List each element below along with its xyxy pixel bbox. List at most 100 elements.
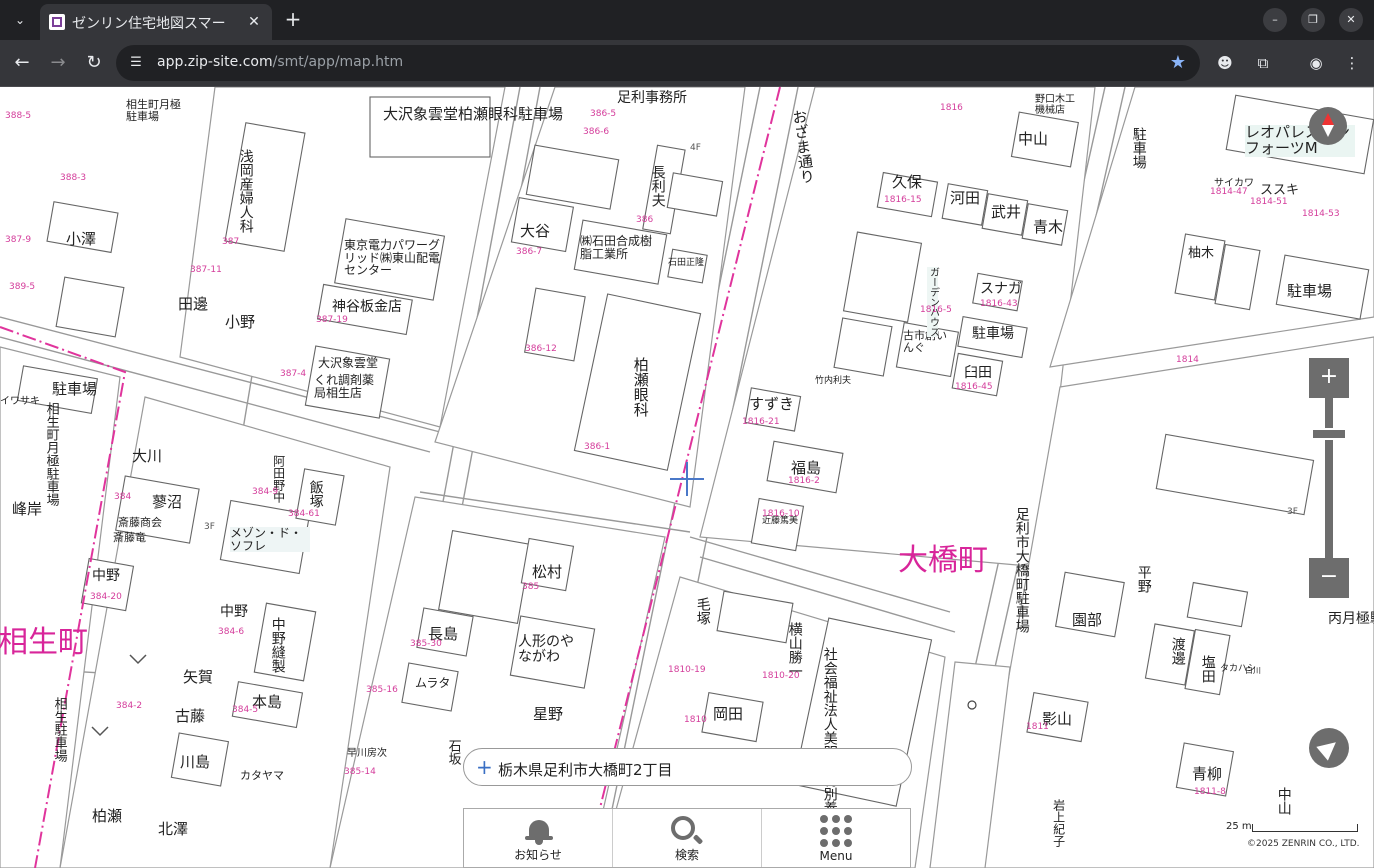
lot-number: 387-9	[5, 235, 32, 245]
bottom-menu: お知らせ 検索 Menu	[463, 808, 911, 868]
restore-window-icon[interactable]: ❐	[1301, 8, 1325, 32]
tab-close-icon[interactable]: ✕	[244, 12, 264, 32]
lot-number: 385-30	[410, 639, 442, 649]
notice-button[interactable]: お知らせ	[464, 809, 613, 867]
extension-spy-icon[interactable]: ☻	[1213, 51, 1237, 75]
building-label: 人形のやながわ	[518, 634, 574, 665]
building-label: 大谷	[520, 222, 551, 240]
lot-number: 385-14	[344, 767, 376, 777]
minimize-window-icon[interactable]: –	[1263, 8, 1287, 32]
lot-number: 1811-8	[1194, 787, 1226, 797]
building-label: ムラタ	[415, 676, 451, 690]
building-label: 毛塚	[694, 597, 711, 625]
lot-number: 387-11	[190, 265, 222, 275]
building-label: イワサキ	[0, 396, 40, 407]
lot-number: 384	[114, 492, 132, 502]
building-label: 小野	[225, 313, 256, 331]
lot-number: 386-6	[583, 127, 610, 137]
town-label-ohashi: 大橋町	[898, 543, 988, 578]
lot-number: 388-5	[5, 111, 32, 121]
tab-search-chevron-icon[interactable]: ⌄	[8, 8, 32, 32]
new-tab-button[interactable]: +	[281, 8, 305, 32]
lot-number: 384-6	[218, 627, 245, 637]
building-label: 丙月極駐	[1328, 611, 1374, 627]
grid-menu-icon	[820, 815, 852, 847]
bookmark-star-icon[interactable]: ★	[1170, 53, 1186, 73]
lot-number: 389-5	[9, 282, 36, 292]
lot-number: 1816-15	[884, 195, 922, 205]
plus-icon: +	[476, 755, 493, 779]
zoom-slider-handle[interactable]	[1311, 427, 1347, 440]
building-label: メゾン・ド・ソフレ	[230, 527, 310, 553]
lot-number: 1814-53	[1302, 209, 1340, 219]
active-tab[interactable]: ゼンリン住宅地図スマー ✕	[40, 4, 272, 40]
bell-icon	[525, 816, 553, 845]
building-label: 青木	[1033, 218, 1064, 236]
building-label: 青柳	[1192, 765, 1223, 783]
compass-south-icon	[1322, 125, 1334, 137]
building-label: 大沢象雲堂柏瀬眼科駐車場	[383, 105, 564, 123]
site-info-icon[interactable]: ☰	[128, 55, 144, 71]
building-label: 大川	[132, 447, 163, 465]
tab-title: ゼンリン住宅地図スマー	[72, 16, 226, 32]
zoom-slider-track[interactable]	[1325, 398, 1333, 558]
menu-label: Menu	[819, 849, 853, 863]
building-label: 中野	[92, 568, 120, 584]
building-label: 相生町月極駐車場	[126, 98, 181, 123]
building-label: 東京電力パワーグリッド㈱東山配電センター	[344, 238, 441, 278]
address-pill[interactable]: + 栃木県足利市大橋町2丁目	[463, 748, 912, 786]
building-label: 駐車場	[972, 326, 1014, 342]
forward-arrow-icon[interactable]: →	[46, 51, 70, 75]
lot-number: 388-3	[60, 173, 87, 183]
scale-label: 25 m	[1226, 821, 1252, 832]
building-label: 長利夫	[649, 165, 666, 207]
zoom-in-button[interactable]: +	[1309, 358, 1349, 398]
building-label: 中野	[220, 604, 248, 620]
compass-button[interactable]	[1309, 107, 1347, 145]
building-label: 中野縫製	[269, 617, 286, 673]
zenrin-favicon-icon	[49, 14, 65, 30]
menu-button[interactable]: Menu	[762, 809, 910, 867]
chrome-menu-icon[interactable]: ⋮	[1340, 51, 1364, 75]
building-label: 斎藤竜	[113, 531, 146, 544]
compass-north-icon	[1322, 113, 1334, 125]
current-location-button[interactable]	[1309, 728, 1349, 768]
close-window-icon[interactable]: ✕	[1339, 8, 1363, 32]
lot-number: 384-20	[90, 592, 122, 602]
center-crosshair-icon	[686, 462, 688, 496]
extensions-puzzle-icon[interactable]: ⧉	[1251, 51, 1275, 75]
zoom-out-button[interactable]: −	[1309, 558, 1349, 598]
lot-number: 1810-19	[668, 665, 706, 675]
search-button[interactable]: 検索	[613, 809, 762, 867]
zenrin-map[interactable]: 大橋町 相生町 おざま通り 大沢象雲堂柏瀬眼科駐車場 浅岡産婦人科 東京電力パワ…	[0, 87, 1374, 868]
building-label: 北澤	[158, 820, 189, 838]
copyright-text: ©2025 ZENRIN CO., LTD.	[1247, 839, 1360, 849]
lot-number: 1816-10	[762, 509, 800, 519]
building-label: 石田正隆	[668, 258, 705, 268]
building-label: 古藤	[175, 707, 206, 725]
lot-number: 385-16	[366, 685, 398, 695]
building-label: タカハシ	[1220, 664, 1257, 674]
map-scale: 25 m	[1226, 818, 1360, 836]
lot-number: 384-9	[252, 487, 279, 497]
back-arrow-icon[interactable]: ←	[10, 51, 34, 75]
building-label: 神谷板金店	[332, 299, 402, 315]
building-label: 相生町月極駐車場	[43, 402, 59, 506]
lot-number: 1814-47	[1210, 187, 1248, 197]
address-bar[interactable]: ☰ app.zip-site.com/smt/app/map.htm ★	[116, 45, 1200, 81]
lot-number: 386-5	[590, 109, 617, 119]
building-label: カタヤマ	[240, 769, 284, 782]
reload-icon[interactable]: ↻	[82, 51, 106, 75]
floor-mark: 3F	[1287, 507, 1298, 517]
building-label: ススキ	[1260, 183, 1300, 198]
building-label: 平野	[1135, 565, 1152, 593]
building-label: 相生駐車場	[51, 697, 67, 762]
building-label: すずき	[749, 395, 795, 413]
lot-number: 386-1	[584, 442, 611, 452]
search-icon	[671, 816, 704, 846]
building-label: 松村	[532, 563, 563, 581]
profile-icon[interactable]: ◉	[1304, 51, 1328, 75]
lot-number: 385	[522, 582, 540, 592]
building-label: 福島	[791, 459, 822, 477]
building-label: 中山	[1018, 130, 1049, 148]
